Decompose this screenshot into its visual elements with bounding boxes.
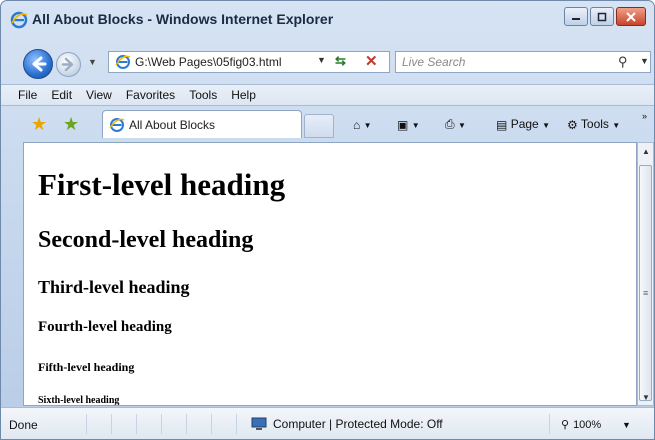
home-button[interactable]: ⌂ ▼ [353, 117, 372, 132]
favorites-star-icon[interactable]: ★ [31, 114, 47, 135]
back-button[interactable] [23, 49, 53, 79]
home-dropdown-icon: ▼ [363, 121, 372, 130]
close-icon [626, 11, 636, 22]
tools-dropdown-icon: ▼ [612, 121, 621, 130]
menu-bar: File Edit View Favorites Tools Help [1, 84, 654, 106]
gear-icon: ⚙ [567, 117, 578, 132]
tab-label: All About Blocks [129, 117, 216, 132]
sixth-level-heading: Sixth-level heading [38, 395, 120, 406]
tools-menu-label: Tools [580, 117, 609, 131]
tab-all-about-blocks[interactable]: All About Blocks [102, 110, 302, 138]
status-divider [136, 414, 137, 434]
ie-page-icon [109, 117, 125, 132]
page-dropdown-icon: ▼ [542, 121, 550, 130]
ie-page-icon [115, 55, 131, 69]
scroll-up-icon[interactable]: ▲ [642, 147, 650, 156]
menu-edit[interactable]: Edit [44, 88, 79, 102]
status-divider [86, 414, 87, 434]
new-tab-button[interactable] [304, 114, 334, 138]
address-url[interactable]: G:\Web Pages\05fig03.html [135, 55, 282, 69]
window-controls [564, 7, 646, 26]
zoom-level: 100% [573, 418, 602, 431]
forward-button[interactable] [56, 52, 81, 77]
menu-help[interactable]: Help [224, 88, 263, 102]
close-button[interactable] [616, 7, 646, 26]
search-options-icon[interactable]: ▼ [640, 56, 649, 66]
address-bar[interactable]: G:\Web Pages\05fig03.html ▼ ⇆ ✕ [108, 51, 390, 73]
zoom-icon: ⚲ [561, 419, 570, 431]
zoom-control[interactable]: ⚲ 100% [561, 418, 602, 432]
restore-button[interactable] [590, 7, 614, 26]
restore-icon [597, 12, 607, 21]
refresh-icon[interactable]: ⇆ [335, 53, 346, 69]
more-commands-icon[interactable]: » [642, 111, 647, 121]
security-zone-label: Computer | Protected Mode: Off [273, 417, 443, 431]
tools-menu-button[interactable]: ⚙ Tools ▼ [567, 117, 620, 132]
menu-tools[interactable]: Tools [182, 88, 224, 102]
browser-window: All About Blocks - Windows Internet Expl… [0, 0, 655, 440]
search-box[interactable]: Live Search ⚲ ▼ [395, 51, 651, 73]
status-text: Done [9, 418, 38, 432]
search-placeholder[interactable]: Live Search [402, 55, 465, 69]
status-divider [211, 414, 212, 434]
status-divider [186, 414, 187, 434]
status-divider [161, 414, 162, 434]
address-dropdown-icon[interactable]: ▼ [317, 55, 326, 65]
fifth-level-heading: Fifth-level heading [38, 360, 135, 374]
title-bar[interactable]: All About Blocks - Windows Internet Expl… [1, 1, 654, 45]
status-bar: Done Computer | Protected Mode: Off ⚲ 10… [1, 407, 654, 439]
status-divider [236, 414, 237, 434]
feeds-dropdown-icon: ▼ [411, 121, 420, 130]
recent-pages-dropdown[interactable]: ▼ [88, 57, 97, 67]
feeds-icon: ▣ [397, 117, 409, 132]
minimize-icon [572, 17, 580, 20]
search-icon[interactable]: ⚲ [618, 54, 628, 70]
first-level-heading: First-level heading [38, 167, 286, 202]
status-divider [111, 414, 112, 434]
scroll-thumb[interactable]: ≡ [639, 165, 652, 401]
page-content: First-level heading Second-level heading… [23, 142, 637, 406]
menu-favorites[interactable]: Favorites [119, 88, 182, 102]
window-title: All About Blocks - Windows Internet Expl… [32, 11, 334, 27]
menu-file[interactable]: File [11, 88, 44, 102]
security-zone[interactable]: Computer | Protected Mode: Off [251, 417, 443, 431]
page-menu-button[interactable]: ▤ Page ▼ [496, 117, 550, 132]
menu-view[interactable]: View [79, 88, 119, 102]
computer-icon [251, 417, 267, 430]
scroll-grip-icon: ≡ [643, 288, 649, 298]
page-icon: ▤ [496, 117, 508, 132]
home-icon: ⌂ [353, 117, 361, 132]
vertical-scrollbar[interactable]: ▲ ≡ ▼ [637, 142, 654, 406]
feeds-button[interactable]: ▣ ▼ [397, 117, 420, 132]
fourth-level-heading: Fourth-level heading [38, 319, 172, 335]
forward-arrow-icon [61, 57, 74, 72]
ie-logo-icon [10, 11, 28, 29]
add-favorites-icon[interactable]: ★ [63, 114, 79, 135]
zoom-dropdown-icon[interactable]: ▼ [622, 420, 631, 430]
page-menu-label: Page [510, 117, 539, 131]
print-dropdown-icon: ▼ [457, 121, 466, 130]
print-button[interactable]: ⎙ ▼ [445, 117, 466, 132]
scroll-down-icon[interactable]: ▼ [642, 393, 650, 402]
minimize-button[interactable] [564, 7, 588, 26]
second-level-heading: Second-level heading [38, 227, 254, 253]
third-level-heading: Third-level heading [38, 277, 190, 297]
print-icon: ⎙ [445, 117, 455, 132]
back-arrow-icon [32, 56, 47, 72]
status-divider [549, 414, 550, 434]
stop-icon[interactable]: ✕ [365, 52, 378, 70]
